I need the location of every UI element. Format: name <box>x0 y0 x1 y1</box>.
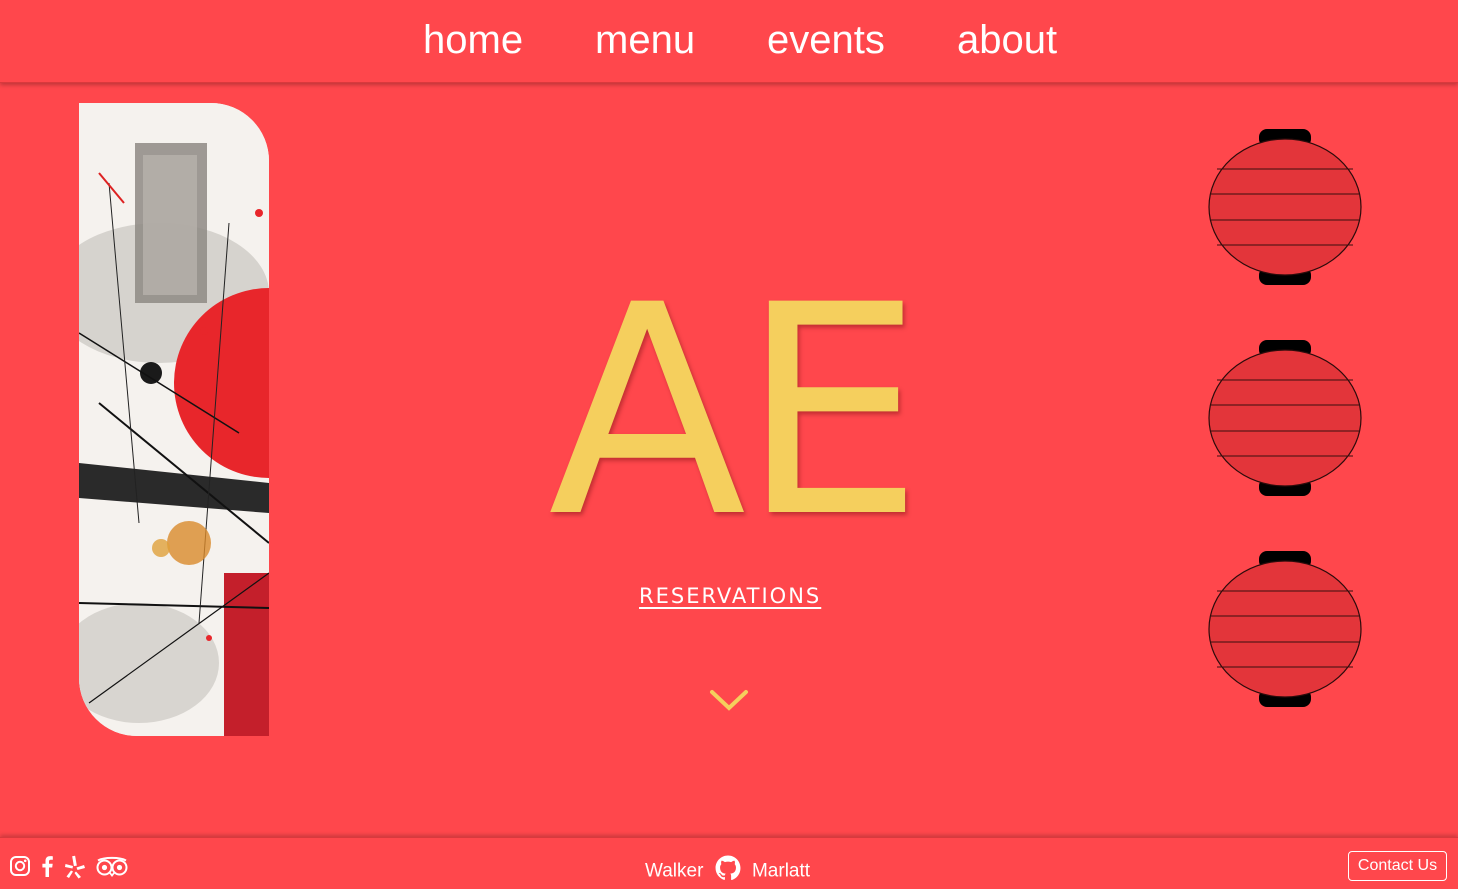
credit-last-name: Marlatt <box>751 860 811 882</box>
lantern-decoration <box>1205 549 1365 709</box>
page-footer: Walker Marlatt Contact Us <box>0 837 1458 889</box>
nav-link-about[interactable]: about <box>957 16 1057 64</box>
lantern-decoration <box>1205 338 1365 498</box>
top-navigation: home menu events about <box>0 0 1458 83</box>
nav-link-events[interactable]: events <box>767 16 885 64</box>
nav-link-menu[interactable]: menu <box>595 16 695 64</box>
reservations-link[interactable]: RESERVATIONS <box>639 584 821 608</box>
credit-first-name: Walker <box>645 860 704 882</box>
facebook-icon[interactable] <box>39 855 55 877</box>
lantern-decoration <box>1205 127 1365 287</box>
hero-artwork-image <box>79 103 269 736</box>
restaurant-logo-text: AE <box>548 244 924 581</box>
contact-us-button[interactable]: Contact Us <box>1348 851 1447 881</box>
yelp-icon[interactable] <box>64 855 86 879</box>
instagram-icon[interactable] <box>9 855 31 877</box>
chevron-down-icon[interactable] <box>709 688 749 714</box>
nav-link-home[interactable]: home <box>423 16 523 64</box>
tripadvisor-icon[interactable] <box>95 855 129 877</box>
github-icon[interactable] <box>715 855 741 888</box>
developer-credits: Walker Marlatt <box>645 855 810 888</box>
